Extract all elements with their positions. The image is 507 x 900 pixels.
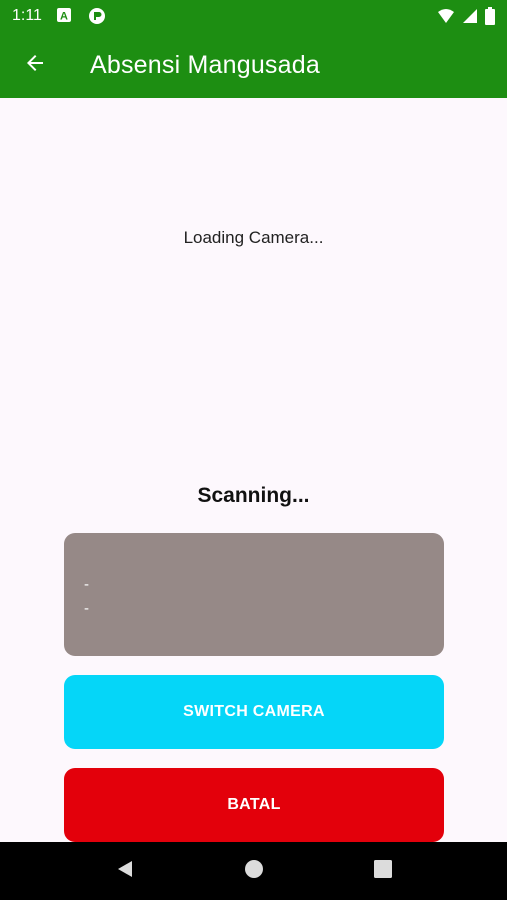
home-circle-icon [244, 859, 264, 883]
app-bar: Absensi Mangusada [0, 32, 507, 98]
nav-back-button[interactable] [105, 851, 145, 891]
result-line: - [84, 600, 89, 617]
battery-icon [485, 7, 495, 25]
signal-icon [461, 7, 479, 25]
a-notification-icon: A [56, 7, 74, 25]
scan-status: Scanning... [197, 484, 310, 507]
switch-camera-button[interactable]: SWITCH CAMERA [64, 675, 444, 749]
status-left: 1:11 A [12, 7, 106, 25]
back-button[interactable] [0, 32, 70, 98]
loading-camera-text: Loading Camera... [183, 228, 324, 247]
svg-text:A: A [60, 11, 68, 23]
status-time: 1:11 [12, 7, 42, 24]
nav-home-button[interactable] [234, 851, 274, 891]
recents-square-icon [373, 859, 393, 883]
arrow-left-icon [23, 51, 47, 79]
camera-preview: Loading Camera... [0, 98, 507, 378]
status-right [437, 7, 495, 25]
cancel-button[interactable]: BATAL [64, 768, 444, 842]
wifi-icon [437, 7, 455, 25]
app-notification-icon [88, 7, 106, 25]
back-triangle-icon [115, 859, 135, 883]
screen: 1:11 A Absensi Mangusada Loading Camera.… [0, 0, 507, 900]
result-line: - [84, 576, 89, 593]
scan-result-box: - - [64, 533, 444, 656]
nav-recents-button[interactable] [363, 851, 403, 891]
status-bar: 1:11 A [0, 0, 507, 32]
page-title: Absensi Mangusada [90, 50, 320, 79]
navigation-bar [0, 842, 507, 900]
